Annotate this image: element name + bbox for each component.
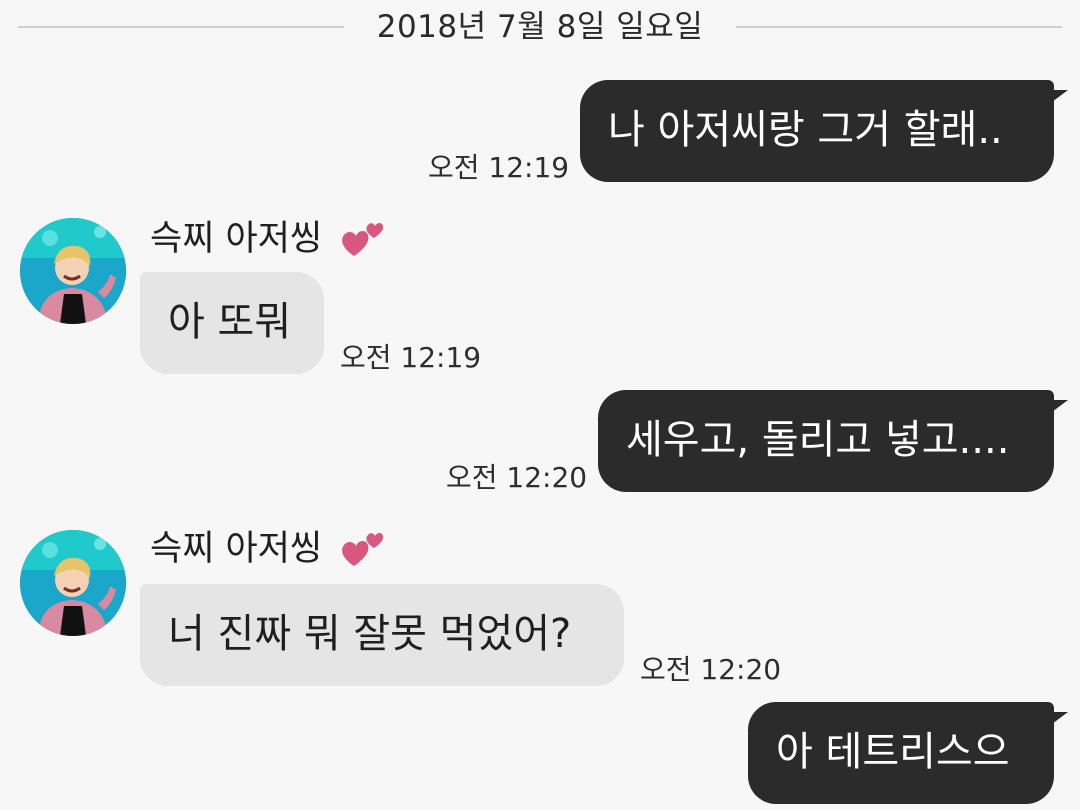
sender-name: 슥찌 아저씽 — [150, 219, 323, 259]
message-time: 오전 12:19 — [340, 341, 482, 374]
incoming-message-bubble[interactable]: 너 진짜 뭐 잘못 먹었어? — [140, 584, 624, 686]
message-time: 오전 12:20 — [640, 653, 782, 686]
contact-avatar[interactable] — [20, 218, 126, 324]
pink-hearts-icon — [342, 533, 384, 566]
date-divider: 2018년 7월 8일 일요일 — [18, 0, 1062, 56]
outgoing-message-bubble[interactable]: 아 테트리스으 — [748, 702, 1068, 804]
contact-avatar[interactable] — [20, 530, 126, 636]
outgoing-message-bubble[interactable]: 세우고, 돌리고 넣고.... — [598, 390, 1068, 492]
message-time: 오전 12:19 — [428, 151, 570, 184]
date-label: 2018년 7월 8일 일요일 — [376, 9, 704, 45]
avatar-image — [20, 218, 126, 324]
divider-line-right — [736, 26, 1062, 28]
sender-name: 슥찌 아저씽 — [150, 529, 323, 569]
divider-line-left — [18, 26, 344, 28]
outgoing-message-bubble[interactable]: 나 아저씨랑 그거 할래.. — [580, 80, 1068, 182]
incoming-message-bubble[interactable]: 아 또뭐 — [140, 272, 324, 374]
message-time: 오전 12:20 — [446, 461, 588, 494]
pink-hearts-icon — [342, 223, 384, 256]
avatar-image — [20, 530, 126, 636]
